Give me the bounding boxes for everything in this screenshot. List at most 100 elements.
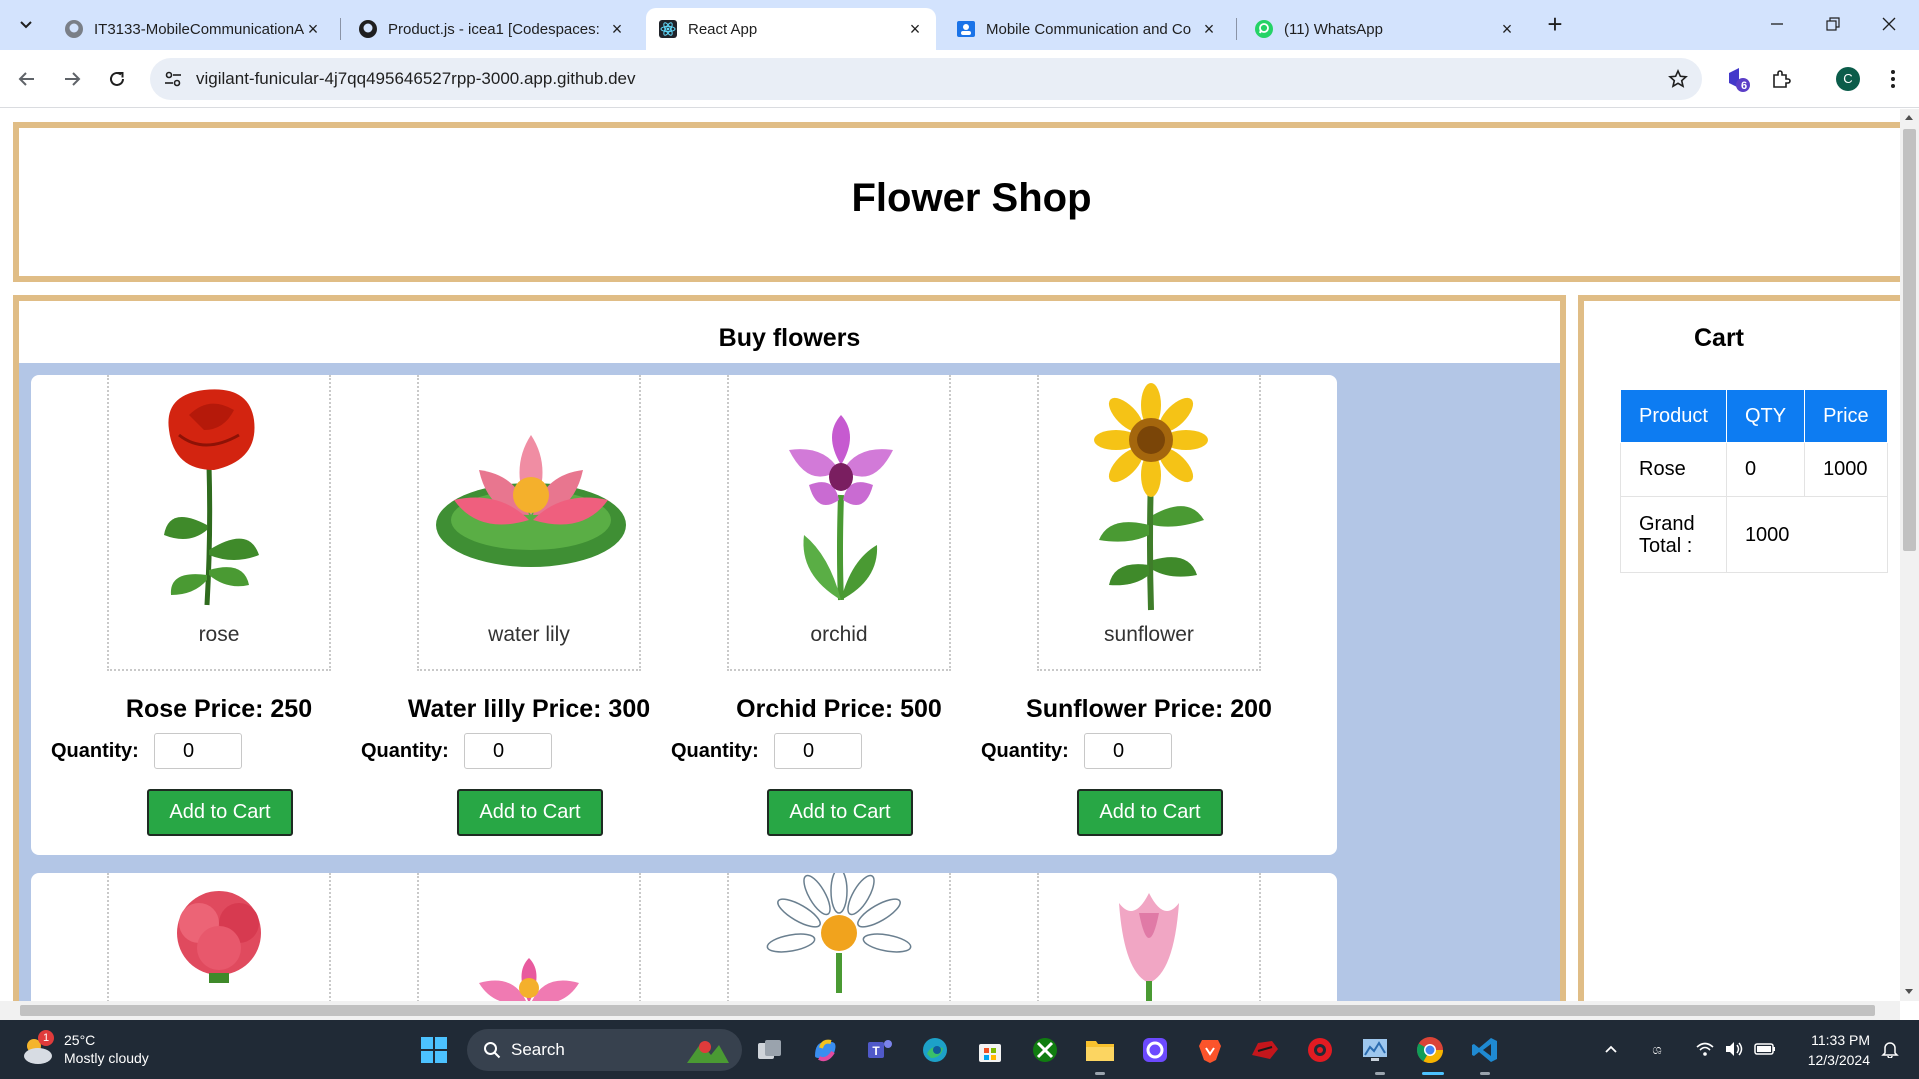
running-indicator bbox=[1095, 1072, 1105, 1075]
weather-desc: Mostly cloudy bbox=[64, 1050, 149, 1066]
image-caption: orchid bbox=[810, 623, 868, 646]
quantity-input[interactable] bbox=[464, 733, 552, 769]
classroom-icon bbox=[956, 19, 976, 39]
add-to-cart-button[interactable]: Add to Cart bbox=[767, 789, 913, 836]
grand-total-label: Grand Total : bbox=[1620, 496, 1727, 573]
quantity-input[interactable] bbox=[154, 733, 242, 769]
image-caption: rose bbox=[198, 623, 240, 646]
quantity-label: Quantity: bbox=[361, 740, 449, 762]
github-icon bbox=[358, 19, 378, 39]
xbox-icon[interactable] bbox=[1027, 1032, 1063, 1068]
add-to-cart-button[interactable]: Add to Cart bbox=[1077, 789, 1223, 836]
bookmark-star-icon[interactable] bbox=[1668, 69, 1688, 89]
add-to-cart-button[interactable]: Add to Cart bbox=[457, 789, 603, 836]
tab-github-repo[interactable]: IT3133-MobileCommunicationA × bbox=[52, 8, 334, 50]
address-bar[interactable]: vigilant-funicular-4j7qq495646527rpp-300… bbox=[150, 58, 1702, 100]
game-app-icon[interactable] bbox=[1247, 1032, 1283, 1068]
tab-search-button[interactable] bbox=[10, 9, 42, 41]
proton-icon[interactable] bbox=[1137, 1032, 1173, 1068]
scrollbar-thumb[interactable] bbox=[1903, 129, 1916, 551]
vertical-scrollbar[interactable] bbox=[1900, 109, 1919, 1001]
chevron-up-icon[interactable] bbox=[1600, 1038, 1622, 1060]
antivirus-icon[interactable] bbox=[1302, 1032, 1338, 1068]
quantity-label: Quantity: bbox=[51, 740, 139, 762]
orchid-illustration bbox=[789, 415, 893, 601]
tab-divider bbox=[340, 18, 341, 40]
tab-whatsapp[interactable]: (11) WhatsApp × bbox=[1242, 8, 1528, 50]
carnation-image bbox=[107, 873, 331, 1001]
extensions-puzzle-icon[interactable] bbox=[1764, 62, 1798, 96]
microsoft-store-icon[interactable] bbox=[972, 1032, 1008, 1068]
tab-title: React App bbox=[688, 20, 758, 38]
reload-button[interactable] bbox=[100, 62, 134, 96]
back-button[interactable] bbox=[10, 62, 44, 96]
forward-button[interactable] bbox=[55, 62, 89, 96]
quantity-input[interactable] bbox=[774, 733, 862, 769]
cart-heading: Cart bbox=[1693, 324, 1744, 352]
close-icon[interactable]: × bbox=[1200, 19, 1218, 39]
tab-react-app[interactable]: React App × bbox=[646, 8, 936, 50]
search-label: Search bbox=[511, 1040, 565, 1059]
active-indicator bbox=[1422, 1072, 1444, 1075]
close-window-button[interactable] bbox=[1866, 8, 1912, 40]
tab-codespaces[interactable]: Product.js - icea1 [Codespaces: × bbox=[346, 8, 638, 50]
tab-title: (11) WhatsApp bbox=[1284, 20, 1383, 38]
battery-icon[interactable] bbox=[1752, 1038, 1778, 1060]
new-tab-button[interactable]: + bbox=[1540, 10, 1570, 40]
teams-icon[interactable]: T bbox=[862, 1032, 898, 1068]
extension-icon[interactable]: 6 bbox=[1720, 62, 1754, 96]
lotus-image bbox=[417, 873, 641, 1001]
copilot-icon[interactable] bbox=[807, 1032, 843, 1068]
file-explorer-icon[interactable] bbox=[1082, 1032, 1118, 1068]
products-heading: Buy flowers bbox=[718, 324, 861, 352]
horizontal-scrollbar[interactable] bbox=[0, 1001, 1900, 1020]
orchid-image: orchid bbox=[727, 375, 951, 671]
column-header-qty: QTY bbox=[1725, 389, 1806, 443]
browser-toolbar: vigilant-funicular-4j7qq495646527rpp-300… bbox=[0, 50, 1919, 108]
restore-button[interactable] bbox=[1810, 8, 1856, 40]
menu-kebab-icon[interactable] bbox=[1876, 62, 1910, 96]
scrollbar-thumb[interactable] bbox=[20, 1005, 1875, 1016]
system-clock[interactable]: 11:33 PM 12/3/2024 bbox=[1790, 1030, 1870, 1070]
quantity-label: Quantity: bbox=[981, 740, 1069, 762]
notification-bell-icon[interactable] bbox=[1878, 1038, 1902, 1060]
grand-total-row: Grand Total : 1000 bbox=[1620, 496, 1888, 573]
close-icon[interactable]: × bbox=[1498, 19, 1516, 39]
quantity-input[interactable] bbox=[1084, 733, 1172, 769]
tab-classroom[interactable]: Mobile Communication and Co × bbox=[944, 8, 1230, 50]
page-header: Flower Shop bbox=[13, 122, 1900, 282]
quantity-label: Quantity: bbox=[671, 740, 759, 762]
weather-temp: 25°C bbox=[64, 1032, 96, 1048]
running-indicator bbox=[1375, 1072, 1385, 1075]
chrome-icon[interactable] bbox=[1412, 1032, 1448, 1068]
image-caption: sunflower bbox=[1104, 623, 1194, 646]
water-lily-image: water lily bbox=[417, 375, 641, 671]
close-icon[interactable]: × bbox=[608, 19, 626, 39]
taskbar-search[interactable]: Search bbox=[467, 1029, 742, 1071]
cart-section: Cart Product QTY Price Rose 0 1000 Grand… bbox=[1578, 295, 1900, 1001]
monitor-app-icon[interactable] bbox=[1357, 1032, 1393, 1068]
task-view-icon[interactable] bbox=[752, 1032, 788, 1068]
grand-total-value: 1000 bbox=[1725, 496, 1888, 573]
close-icon[interactable]: × bbox=[304, 19, 322, 39]
weather-widget[interactable]: 1 25°C Mostly cloudy bbox=[20, 1030, 200, 1070]
windows-start-icon[interactable] bbox=[416, 1032, 452, 1068]
tulip-image bbox=[1037, 873, 1261, 1001]
edge-icon[interactable] bbox=[917, 1032, 953, 1068]
vscode-icon[interactable] bbox=[1467, 1032, 1503, 1068]
add-to-cart-button[interactable]: Add to Cart bbox=[147, 789, 293, 836]
table-row: Rose 0 1000 bbox=[1620, 442, 1888, 497]
product-grid: rose Rose Price: 250 Quantity: Add to Ca… bbox=[19, 363, 1560, 1001]
scroll-up-arrow-icon[interactable] bbox=[1905, 115, 1913, 120]
close-icon[interactable]: × bbox=[906, 19, 924, 39]
wifi-icon[interactable] bbox=[1693, 1038, 1717, 1060]
site-info-icon[interactable] bbox=[164, 70, 182, 88]
brave-browser-icon[interactable] bbox=[1192, 1032, 1228, 1068]
minimize-button[interactable] bbox=[1754, 8, 1800, 40]
scroll-down-arrow-icon[interactable] bbox=[1905, 989, 1913, 994]
language-icon[interactable]: ශ bbox=[1645, 1038, 1669, 1060]
profile-avatar[interactable]: C bbox=[1831, 62, 1865, 96]
tab-strip: IT3133-MobileCommunicationA × Product.js… bbox=[0, 0, 1919, 50]
restore-icon bbox=[1826, 17, 1840, 31]
volume-icon[interactable] bbox=[1722, 1038, 1746, 1060]
